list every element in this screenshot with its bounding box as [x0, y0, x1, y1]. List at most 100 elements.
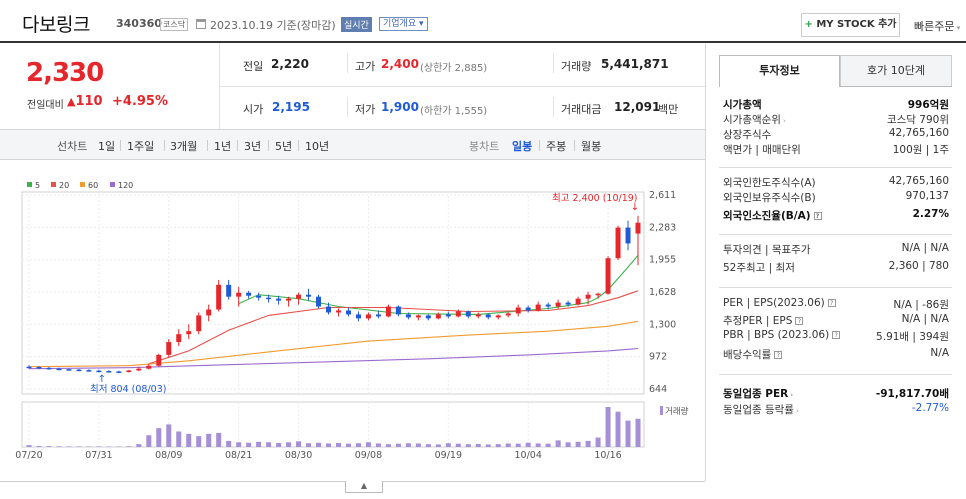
- candle-body: [36, 366, 42, 369]
- change-percent: +4.95%: [112, 94, 168, 109]
- volume-bar: [465, 444, 471, 447]
- volume-bar: [485, 444, 491, 447]
- info-row: 액면가 | 매매단위 100원 | 1주: [723, 142, 949, 158]
- volume-bar: [475, 443, 481, 447]
- info-separator: [719, 234, 952, 235]
- info-separator: [719, 167, 952, 168]
- candle-monthly[interactable]: 월봉: [581, 138, 601, 154]
- info-row[interactable]: 시가총액순위 › 코스닥 790위: [723, 112, 949, 128]
- candle-weekly[interactable]: 주봉: [546, 138, 566, 154]
- candle-body: [385, 306, 391, 317]
- ma-line-60: [28, 320, 639, 368]
- quick-order-button[interactable]: 빠른주문 ▾: [914, 18, 960, 34]
- period-1w[interactable]: 1주일: [127, 138, 154, 154]
- info-row: 투자의견 | 목표주가 N/A | N/A: [723, 242, 949, 258]
- candle-body: [425, 315, 431, 319]
- volume-plot-frame: [21, 401, 645, 448]
- volume-bar: [345, 443, 351, 447]
- volume-bar: [76, 446, 82, 447]
- volume-bar: [545, 443, 551, 447]
- candle-body: [445, 314, 451, 317]
- help-icon[interactable]: ?: [827, 299, 836, 307]
- candle-body: [276, 298, 282, 301]
- collapse-chevron-up-icon[interactable]: ▲: [345, 481, 383, 493]
- help-icon[interactable]: ?: [774, 351, 783, 359]
- candle-body: [286, 298, 292, 301]
- info-row-value: 42,765,160: [888, 127, 949, 139]
- tab-investment-info[interactable]: 투자정보: [719, 55, 840, 87]
- x-tick-label: 07/20: [15, 450, 42, 461]
- add-my-stock-button[interactable]: + MY STOCK 추가: [801, 13, 900, 37]
- period-divider: [539, 140, 540, 151]
- tab-order-book-10[interactable]: 호가 10단계: [840, 55, 952, 87]
- volume-bar: [505, 443, 511, 447]
- realtime-button[interactable]: 실시간: [341, 17, 372, 32]
- info-row-label: 액면가 | 매매단위: [723, 144, 801, 156]
- info-row-value: 100원 | 1주: [892, 144, 949, 156]
- x-tick-label: 10/04: [514, 450, 541, 461]
- period-5y[interactable]: 5년: [275, 138, 292, 154]
- help-icon[interactable]: ?: [813, 212, 822, 220]
- help-icon[interactable]: ?: [795, 317, 804, 325]
- candle-body: [475, 314, 481, 317]
- volume-legend-swatch: [660, 406, 663, 415]
- volume-bar: [36, 446, 42, 447]
- info-row: 외국인소진율(B/A)? 2.27%: [723, 208, 949, 224]
- low-arrow-icon: ↑: [98, 374, 106, 385]
- volume-bar: [296, 441, 302, 447]
- volume-bar: [595, 437, 601, 447]
- help-icon[interactable]: ?: [832, 331, 841, 339]
- period-divider: [574, 140, 575, 151]
- chart-grid: [22, 194, 644, 390]
- info-row-label: 52주최고 | 최저: [723, 262, 795, 274]
- volume-bar: [435, 444, 441, 447]
- stock-chart[interactable]: 5 20 60 120 2,611 2,283 1,955 1,628 1,300 972…: [0, 172, 705, 480]
- x-tick-label: 08/09: [155, 450, 182, 461]
- volume-bar: [375, 443, 381, 447]
- summary-row-divider: [219, 86, 705, 87]
- period-10y[interactable]: 10년: [305, 138, 329, 154]
- quick-order-label: 빠른주문: [914, 20, 955, 33]
- candle-daily[interactable]: 일봉: [512, 138, 532, 154]
- info-row: PER | EPS(2023.06)? N/A | -86원: [723, 297, 949, 313]
- low-value: 1,900: [381, 100, 419, 114]
- candle-body: [565, 302, 571, 305]
- candle-body: [316, 296, 322, 307]
- company-overview-dropdown[interactable]: 기업개요 ▾: [379, 17, 428, 31]
- volume-bar: [385, 444, 391, 447]
- high-arrow-icon: ↓: [631, 202, 639, 213]
- info-row-value: 2.27%: [912, 208, 949, 220]
- period-1y[interactable]: 1년: [214, 138, 231, 154]
- volume-bar: [316, 442, 322, 447]
- x-axis-ticks: 07/20 07/31 08/09 08/21 08/30 09/08 09/19 10/04…: [15, 450, 621, 461]
- candle-body: [615, 227, 621, 259]
- period-1d[interactable]: 1일: [98, 138, 115, 154]
- period-3m[interactable]: 3개월: [170, 138, 197, 154]
- info-row-value: 5.91배 | 394원: [876, 331, 949, 343]
- info-row[interactable]: 동일업종 등락률 › -2.77%: [723, 402, 949, 418]
- y-tick-label: 644: [649, 384, 667, 395]
- plus-icon: +: [804, 19, 817, 30]
- volume-bar: [66, 446, 72, 447]
- chevron-right-icon[interactable]: ›: [790, 391, 793, 399]
- period-3y[interactable]: 3년: [244, 138, 261, 154]
- volume-bar: [355, 443, 361, 447]
- volume-bar: [625, 420, 631, 447]
- candle-body: [415, 315, 421, 318]
- change-value: ▲110: [67, 94, 103, 109]
- open-value: 2,195: [272, 100, 310, 114]
- info-row: 52주최고 | 최저 2,360 | 780: [723, 260, 949, 276]
- volume-bar: [256, 441, 262, 447]
- high-label: 고가: [355, 60, 376, 73]
- legend-swatch-ma20: [51, 182, 56, 187]
- x-tick-label: 08/21: [225, 450, 252, 461]
- info-row[interactable]: 동일업종 PER › -91,817.70배: [723, 386, 949, 402]
- chevron-right-icon[interactable]: ›: [796, 407, 799, 415]
- info-row-label: 추정PER | EPS?: [723, 313, 804, 328]
- volume-bar: [26, 445, 32, 447]
- candles: [26, 215, 641, 374]
- info-row-label: PBR | BPS (2023.06)?: [723, 329, 841, 341]
- chevron-right-icon[interactable]: ›: [783, 117, 786, 125]
- candle-body: [585, 294, 591, 299]
- volume-bar: [156, 428, 162, 447]
